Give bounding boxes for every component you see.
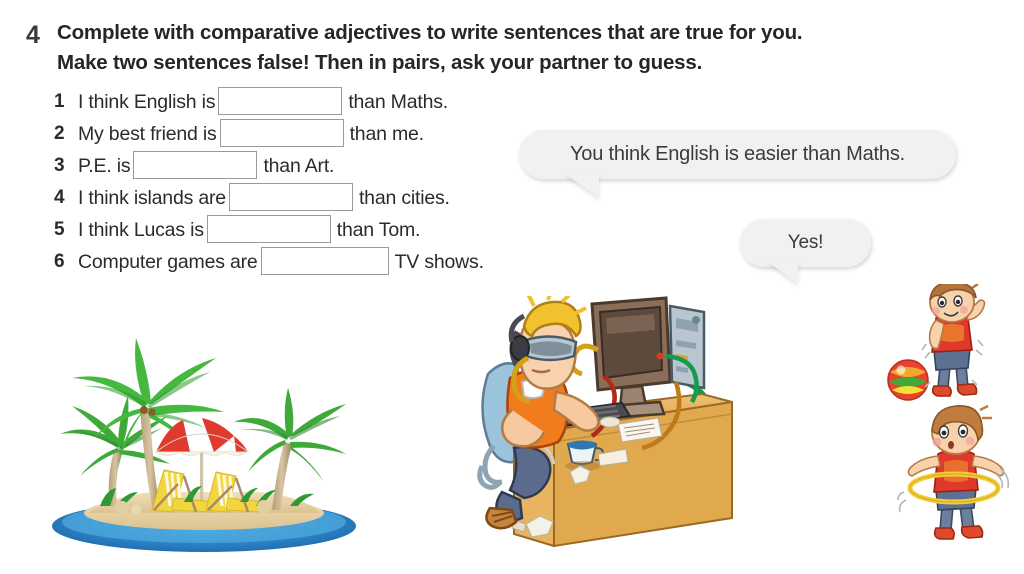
island-illustration [44,330,364,560]
sentence-text-before: P.E. is [78,154,131,177]
sentence-row: 6 Computer games are TV shows. [54,246,614,278]
boy-figure [897,404,1010,540]
exercise-header: 4 Complete with comparative adjectives t… [26,18,926,78]
sentence-row: 1 I think English is than Maths. [54,86,614,118]
sentence-text-after: than cities. [358,186,450,209]
sentence-text-before: I think Lucas is [78,218,204,241]
sentence-text-after: TV shows. [394,250,484,273]
sentence-text-after: than Maths. [348,90,449,113]
answer-input-1[interactable] [218,87,343,115]
exercise-instructions: Complete with comparative adjectives to … [57,18,926,78]
answer-input-3[interactable] [133,151,258,179]
speech-bubble-teacher: You think English is easier than Maths. [519,130,956,198]
sentence-text-after: than me. [349,122,424,145]
sentence-text-before: My best friend is [78,122,217,145]
boy-figure [921,284,986,397]
gamer-illustration [470,296,740,558]
answer-input-5[interactable] [206,215,331,243]
sentence-text-before: Computer games are [78,250,258,273]
sentence-text-after: than Art. [263,154,335,177]
sentence-number: 2 [54,123,65,144]
sentence-number: 5 [54,219,65,240]
striped-ball [887,359,929,401]
sentence-number: 3 [54,155,65,176]
answer-input-6[interactable] [260,247,389,275]
speech-bubble-student-text: Yes! [787,232,824,253]
sentence-number: 1 [54,91,65,112]
sentence-number: 6 [54,251,65,272]
answer-input-2[interactable] [219,119,344,147]
speech-bubble-teacher-text: You think English is easier than Maths. [570,143,905,165]
computer-tower [668,304,706,390]
instruction-line-2: Make two sentences false! Then in pairs,… [57,51,703,74]
instruction-line-1: Complete with comparative adjectives to … [57,21,803,44]
speech-bubble-tail [768,262,798,284]
sentence-row: 5 I think Lucas is than Tom. [54,214,614,246]
sentence-text-before: I think English is [78,90,216,113]
deck-chair-left [151,469,215,513]
exercise-number: 4 [26,21,40,49]
sentence-number: 4 [54,187,65,208]
sentence-text-before: I think islands are [78,186,226,209]
speech-bubble-student: Yes! [740,219,871,284]
sentence-text-after: than Tom. [336,218,421,241]
sentence-row: 4 I think islands are than cities. [54,182,614,214]
sentence-list: 1 I think English is than Maths. 2 My be… [54,86,614,278]
answer-input-4[interactable] [228,183,353,211]
boy-with-ball-illustration [884,284,1012,410]
boy-with-hoop-illustration [896,404,1016,556]
speech-bubble-tail [565,174,599,198]
